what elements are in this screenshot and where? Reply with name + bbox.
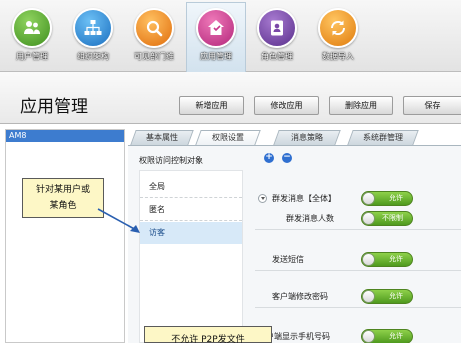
add-app-button[interactable]: 新增应用 (179, 96, 244, 115)
nav-label: 角色管理 (261, 52, 293, 61)
setting-row-group-message: 群发消息【全体】 允许 (255, 188, 461, 210)
tab-label: 消息策略 (291, 133, 323, 142)
tab-label: 系统群管理 (363, 133, 403, 142)
nav-data-import[interactable]: 数据导入 (308, 8, 368, 62)
toggle-knob (362, 192, 375, 205)
setting-label: 群发消息人数 (286, 214, 334, 223)
callout-note-target: 针对某用户或 某角色 (22, 178, 104, 218)
nav-label: 数据导入 (322, 52, 354, 61)
setting-label: 发送短信 (272, 255, 304, 264)
toggle-label: 允许 (389, 255, 403, 263)
callout-arrow-icon (97, 208, 140, 233)
nav-visible-dept[interactable]: 可见部门维 (124, 8, 184, 62)
toggle-knob (362, 253, 375, 266)
nav-label: 可见部门维 (134, 52, 174, 61)
nav-label: 用户管理 (16, 52, 48, 61)
tab-label: 基本属性 (146, 133, 178, 142)
delete-app-button[interactable]: 删除应用 (329, 96, 393, 115)
setting-label: 群发消息【全体】 (272, 194, 336, 203)
contact-card-icon (257, 8, 297, 48)
save-button[interactable]: 保存 (403, 96, 461, 115)
nav-role-management[interactable]: 角色管理 (247, 8, 307, 62)
nav-label: 应用管理 (200, 52, 232, 61)
setting-row-change-password: 客户端修改密码 允许 (255, 286, 461, 308)
remove-circle-icon[interactable]: − (282, 153, 292, 163)
nav-org-structure[interactable]: 组织架构 (63, 8, 123, 62)
edit-app-button[interactable]: 修改应用 (254, 96, 319, 115)
app-list-item-selected[interactable]: AM8 (6, 130, 124, 142)
role-item-anonymous[interactable]: 匿名 (140, 199, 242, 221)
permission-heading: 权限访问控制对象 (139, 156, 203, 165)
toggle-knob (362, 212, 375, 225)
nav-label: 组织架构 (77, 52, 109, 61)
collapse-icon[interactable] (258, 194, 267, 203)
show-phone-toggle[interactable]: 允许 (361, 329, 413, 343)
magnifier-icon (134, 8, 174, 48)
nav-user-management[interactable]: 用户管理 (2, 8, 62, 62)
nav-app-management[interactable]: 应用管理 (186, 2, 246, 72)
users-icon (12, 8, 52, 48)
setting-row-group-message-count: 群发消息人数 不限制 (255, 208, 461, 230)
page-title: 应用管理 (20, 97, 88, 117)
toggle-label: 允许 (389, 194, 403, 202)
change-password-toggle[interactable]: 允许 (361, 289, 413, 304)
tab-permission-settings[interactable]: 权限设置 (195, 130, 261, 145)
top-navigation-bar: 用户管理 组织架构 可见部门维 应用管理 角色管理 数据导入 (0, 0, 461, 72)
role-list: 全局 匿名 访客 (139, 170, 243, 343)
group-message-count-toggle[interactable]: 不限制 (361, 211, 413, 226)
permission-settings: 群发消息【全体】 允许 群发消息人数 不限制 发送短信 允许 客户端修改密码 允… (255, 188, 461, 343)
toggle-knob (362, 330, 375, 343)
callout-note-p2p: 不允许 P2P发文件 (144, 326, 272, 343)
tab-system-group-management[interactable]: 系统群管理 (347, 130, 419, 145)
setting-row-show-phone: 客户端显示手机号码 允许 (255, 326, 461, 343)
toggle-label: 允许 (389, 292, 403, 300)
role-item-global[interactable]: 全局 (140, 176, 242, 198)
tab-basic-properties[interactable]: 基本属性 (130, 130, 194, 145)
send-sms-toggle[interactable]: 允许 (361, 252, 413, 267)
org-chart-icon (73, 8, 113, 48)
tab-message-policy[interactable]: 消息策略 (273, 130, 341, 145)
setting-label: 客户端修改密码 (272, 292, 328, 301)
tab-label: 权限设置 (212, 133, 244, 142)
callout-text: 针对某用户或 某角色 (35, 185, 90, 211)
refresh-arrows-icon (318, 8, 358, 48)
role-item-guest[interactable]: 访客 (140, 222, 242, 244)
toggle-label: 允许 (389, 332, 403, 340)
title-bar: 应用管理 新增应用 修改应用 删除应用 保存 (0, 72, 461, 124)
app-manage-icon (196, 8, 236, 48)
callout-text: 不允许 P2P发文件 (171, 335, 245, 343)
toggle-knob (362, 290, 375, 303)
setting-row-send-sms: 发送短信 允许 (255, 249, 461, 271)
add-circle-icon[interactable]: + (264, 153, 274, 163)
group-message-toggle[interactable]: 允许 (361, 191, 413, 206)
toggle-label: 不限制 (382, 214, 403, 222)
